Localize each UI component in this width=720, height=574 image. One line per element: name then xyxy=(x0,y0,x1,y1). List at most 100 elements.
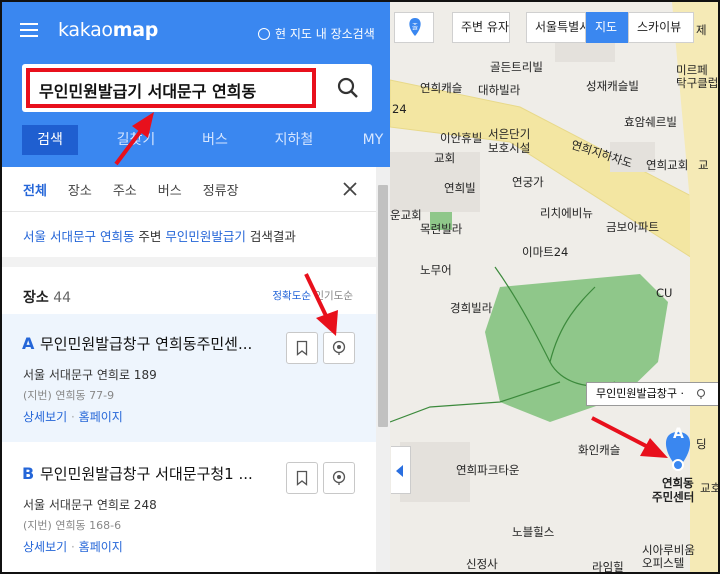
map-label: 이마트24 xyxy=(522,245,569,259)
map-label: 운교회 xyxy=(390,208,422,222)
lot-address: (지번) 연희동 168-6 xyxy=(23,519,122,532)
place-name[interactable]: 무인민원발급창구 연희동주민센... xyxy=(40,333,276,354)
result-summary: 서울 서대문구 연희동 주변 무인민원발급기 검색결과 xyxy=(23,226,296,245)
map-label: 보호시설 xyxy=(488,141,531,155)
detail-link[interactable]: 상세보기 xyxy=(23,410,67,424)
map-label: 목련빌라 xyxy=(420,222,463,236)
map-label: CU xyxy=(656,286,673,300)
map-type-skyview[interactable]: 스카이뷰 xyxy=(628,12,694,43)
map-label: 연희캐슬 xyxy=(420,81,463,95)
location-pin-icon xyxy=(332,470,346,485)
road-address: 서울 서대문구 연희로 189 xyxy=(23,368,157,382)
homepage-link[interactable]: 홈페이지 xyxy=(79,540,123,554)
result-letter: A xyxy=(22,334,35,353)
marker-letter[interactable]: A xyxy=(673,426,684,442)
detail-link[interactable]: 상세보기 xyxy=(23,540,67,554)
link-separator: · xyxy=(71,540,75,554)
map-label: 탁구클럽 xyxy=(676,76,719,90)
map-label: 성재캐슬빌 xyxy=(586,79,639,93)
main-nav: 검색 길찾기 버스 지하철 MY xyxy=(22,125,417,155)
bookmark-button[interactable] xyxy=(286,462,318,494)
nav-bus[interactable]: 버스 xyxy=(180,125,250,155)
scrollbar[interactable] xyxy=(376,167,390,572)
collapse-panel-button[interactable] xyxy=(391,446,411,494)
map-label: 연궁가 xyxy=(512,175,544,189)
result-keyword[interactable]: 무인민원발급기 xyxy=(165,229,246,244)
search-input[interactable]: 무인민원발급기 서대문구 연희동 xyxy=(26,68,316,108)
result-mid: 주변 xyxy=(134,229,166,244)
map-label: 노무어 xyxy=(420,263,452,277)
tooltip-label: 무인민원발급창구 · xyxy=(596,387,684,400)
tab-stop[interactable]: 정류장 xyxy=(203,180,239,199)
subway-toggle[interactable]: 출 xyxy=(394,12,434,43)
link-separator: · xyxy=(71,410,75,424)
filter-tabs: 전체 장소 주소 버스 정류장 xyxy=(2,167,376,212)
map-label: 금보아파트 xyxy=(606,220,659,234)
search-icon[interactable] xyxy=(336,76,360,100)
map-view[interactable]: 출 주변 유자 서울특별시 지도 스카이뷰 연희캐슬 골든트리빌 대하빌라 성재… xyxy=(390,2,720,574)
nav-search[interactable]: 검색 xyxy=(22,125,78,155)
red-arrow-icon xyxy=(304,273,338,336)
result-letter: B xyxy=(22,464,35,483)
map-label: 이안휴빌 xyxy=(440,131,483,145)
result-tail: 검색결과 xyxy=(245,229,296,244)
item-links: 상세보기 · 홈페이지 xyxy=(23,408,123,425)
tab-address[interactable]: 주소 xyxy=(113,180,137,199)
radio-circle-icon xyxy=(258,27,270,40)
search-box: 무인민원발급기 서대문구 연희동 xyxy=(22,64,372,112)
lot-address: (지번) 연희동 77-9 xyxy=(23,389,115,402)
map-label: 노블힐스 xyxy=(512,525,555,539)
nearby-button[interactable]: 주변 유자 xyxy=(452,12,510,43)
map-label: 교 xyxy=(698,158,709,172)
map-label: 24 xyxy=(392,102,407,116)
nearby-extra: 유자 xyxy=(486,20,510,34)
red-arrow-icon xyxy=(591,416,668,458)
road-address: 서울 서대문구 연희로 248 xyxy=(23,498,157,512)
map-place-tooltip[interactable]: 무인민원발급창구 · xyxy=(586,382,718,406)
red-arrow-icon xyxy=(114,112,154,166)
map-label: 리치에비뉴 xyxy=(540,206,593,220)
map-label: 신정사 xyxy=(466,557,498,571)
places-count: 44 xyxy=(53,290,72,306)
map-label: 연희교회 xyxy=(646,158,689,172)
map-label: 라임힐 xyxy=(592,560,624,574)
map-area-search-toggle[interactable]: 현 지도 내 장소검색 xyxy=(258,25,375,42)
map-label: 교호 xyxy=(700,481,720,495)
directions-icon[interactable] xyxy=(695,388,707,400)
menu-icon[interactable] xyxy=(20,23,38,37)
svg-text:출: 출 xyxy=(412,22,419,31)
map-label: 대하빌라 xyxy=(478,83,521,97)
location-pin-icon xyxy=(332,340,346,355)
chevron-left-icon xyxy=(396,465,403,477)
homepage-link[interactable]: 홈페이지 xyxy=(79,410,123,424)
directions-button[interactable] xyxy=(323,462,355,494)
map-label: 경희빌라 xyxy=(450,301,493,315)
list-item[interactable]: B 무인민원발급창구 서대문구청1 ... 서울 서대문구 연희로 248 (지… xyxy=(2,444,376,572)
tab-place[interactable]: 장소 xyxy=(68,180,92,199)
map-type-map[interactable]: 지도 xyxy=(586,12,628,43)
divider xyxy=(2,257,376,267)
search-header: kakaomap 현 지도 내 장소검색 무인민원발급기 서대문구 연희동 검색… xyxy=(2,2,390,167)
map-label: 골든트리빌 xyxy=(490,60,543,74)
tab-all[interactable]: 전체 xyxy=(23,180,47,199)
map-area-search-label: 현 지도 내 장소검색 xyxy=(275,27,375,41)
map-label: 효암쉐르빌 xyxy=(624,115,677,129)
region-selector[interactable]: 서울특별시 xyxy=(526,12,586,43)
nav-subway[interactable]: 지하철 xyxy=(259,125,329,155)
map-label: 오피스텔 xyxy=(642,556,685,570)
close-icon[interactable] xyxy=(342,181,358,197)
tab-bus[interactable]: 버스 xyxy=(158,180,182,199)
bookmark-icon xyxy=(296,340,308,356)
scrollbar-thumb[interactable] xyxy=(378,185,388,427)
map-label: 연희빌 xyxy=(444,181,476,195)
places-heading: 장소 44 xyxy=(23,290,72,306)
app-logo[interactable]: kakaomap xyxy=(58,19,158,41)
bookmark-icon xyxy=(296,470,308,486)
result-region[interactable]: 서울 서대문구 연희동 xyxy=(23,229,134,244)
map-label: 교회 xyxy=(434,151,456,165)
map-label: 연희파크타운 xyxy=(456,463,520,477)
map-label: 딩 xyxy=(696,437,707,451)
place-name[interactable]: 무인민원발급창구 서대문구청1 ... xyxy=(40,463,276,484)
map-label: 주민센터 xyxy=(652,490,695,504)
item-links: 상세보기 · 홈페이지 xyxy=(23,538,123,555)
